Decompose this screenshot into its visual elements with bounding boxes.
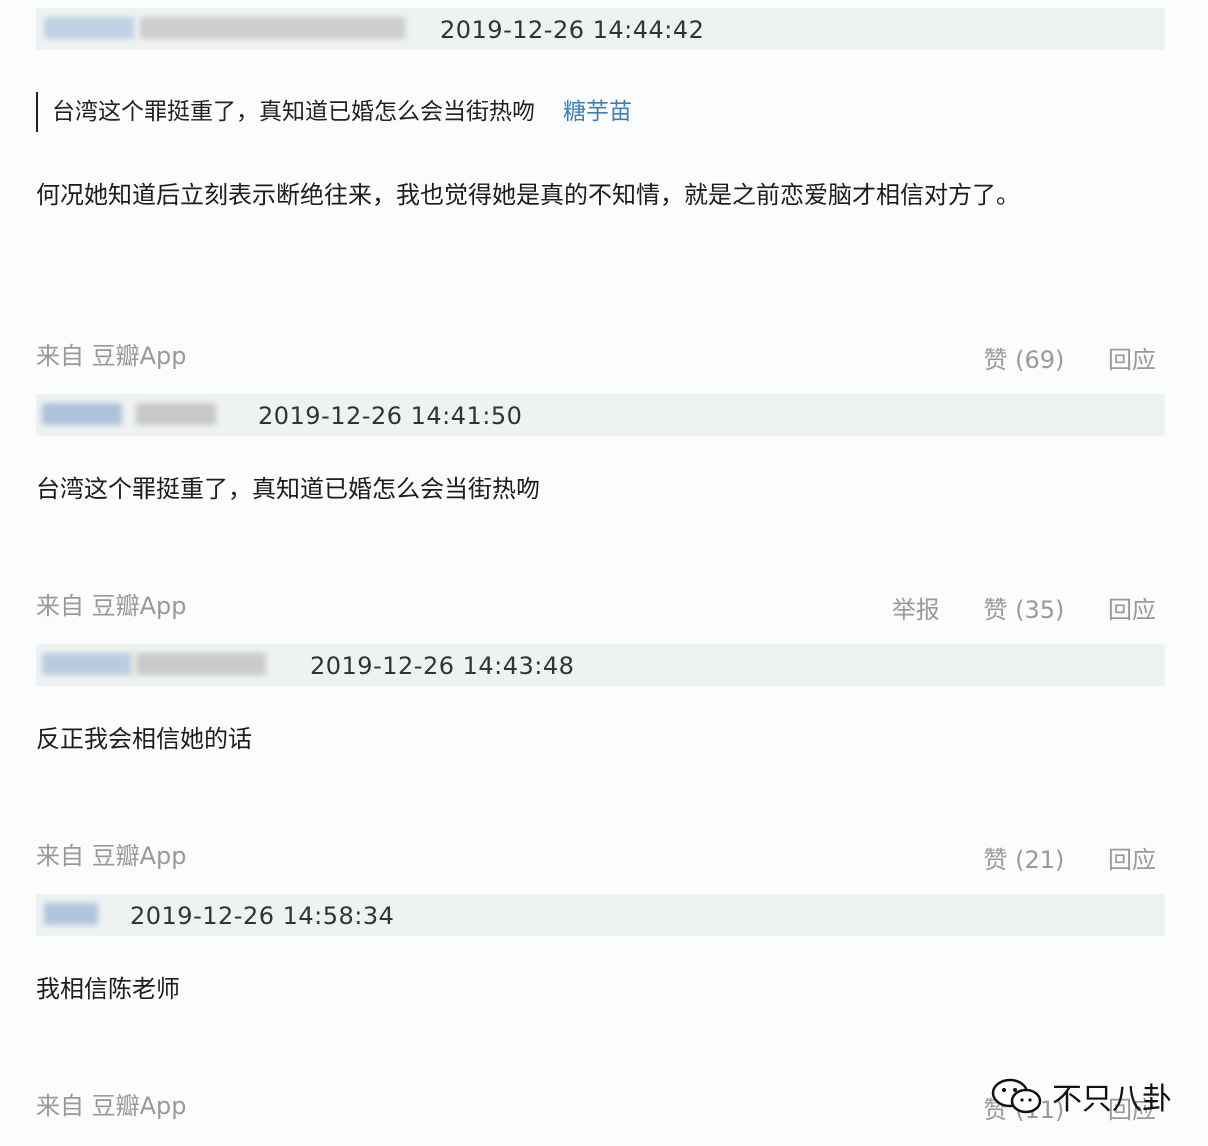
blurred-username xyxy=(44,903,98,925)
comment-actions: 赞 (21) 回应 xyxy=(947,840,1156,875)
comment-header: 2019-12-26 14:41:50 xyxy=(36,394,1165,436)
comment-header: 2019-12-26 14:43:48 xyxy=(36,644,1165,686)
comment-footer: 来自 豆瓣App 赞 (21) 回应 xyxy=(36,836,1156,874)
source-label: 来自 豆瓣App xyxy=(36,592,187,620)
blurred-username xyxy=(140,17,405,39)
blurred-username xyxy=(44,17,134,39)
wechat-icon xyxy=(991,1078,1042,1114)
comment-text: 台湾这个罪挺重了，真知道已婚怎么会当街热吻 xyxy=(36,475,540,503)
watermark-text: 不只八卦 xyxy=(1052,1082,1172,1117)
blurred-username xyxy=(136,653,266,675)
comment-header: 2019-12-26 14:44:42 xyxy=(36,8,1165,50)
like-button[interactable]: 赞 (35) xyxy=(983,596,1064,624)
reply-button[interactable]: 回应 xyxy=(1108,596,1156,624)
comment-text: 反正我会相信她的话 xyxy=(36,725,252,753)
comment-header: 2019-12-26 14:58:34 xyxy=(36,894,1165,936)
comment-text: 何况她知道后立刻表示断绝往来，我也觉得她是真的不知情，就是之前恋爱脑才相信对方了… xyxy=(36,181,1020,209)
source-label: 来自 豆瓣App xyxy=(36,1092,187,1120)
blurred-username xyxy=(42,653,132,675)
comment-footer: 来自 豆瓣App 赞 (11) 回应 xyxy=(36,1086,1156,1124)
comment-footer: 来自 豆瓣App 赞 (69) 回应 xyxy=(36,336,1156,374)
comment-timestamp: 2019-12-26 14:44:42 xyxy=(440,16,705,44)
quote-text: 台湾这个罪挺重了，真知道已婚怎么会当街热吻 xyxy=(52,99,535,125)
comment-actions: 举报 赞 (35) 回应 xyxy=(856,590,1156,625)
quoted-comment: 台湾这个罪挺重了，真知道已婚怎么会当街热吻 糖芋苗 xyxy=(36,92,632,132)
comment-timestamp: 2019-12-26 14:41:50 xyxy=(258,402,523,430)
comment-footer: 来自 豆瓣App 举报 赞 (35) 回应 xyxy=(36,586,1156,624)
source-label: 来自 豆瓣App xyxy=(36,342,187,370)
comment-timestamp: 2019-12-26 14:58:34 xyxy=(130,902,395,930)
comment-text: 我相信陈老师 xyxy=(36,975,180,1003)
watermark: 不只八卦 xyxy=(990,1074,1172,1118)
blurred-username xyxy=(42,403,122,425)
reply-button[interactable]: 回应 xyxy=(1108,346,1156,374)
blurred-username xyxy=(136,403,216,425)
report-button[interactable]: 举报 xyxy=(892,596,940,624)
quote-author-link[interactable]: 糖芋苗 xyxy=(563,99,632,125)
source-label: 来自 豆瓣App xyxy=(36,842,187,870)
like-button[interactable]: 赞 (69) xyxy=(983,346,1064,374)
comment-actions: 赞 (69) 回应 xyxy=(947,340,1156,375)
reply-button[interactable]: 回应 xyxy=(1108,846,1156,874)
like-button[interactable]: 赞 (21) xyxy=(983,846,1064,874)
comment-timestamp: 2019-12-26 14:43:48 xyxy=(310,652,575,680)
